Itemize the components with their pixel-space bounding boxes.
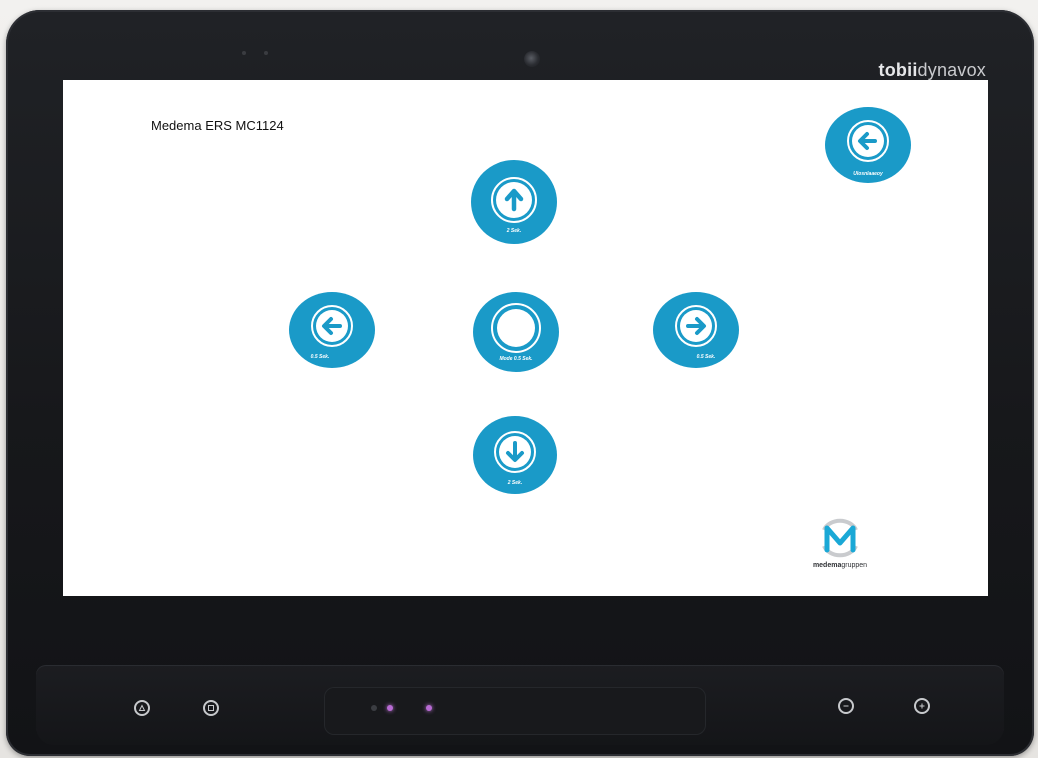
home-icon xyxy=(138,704,146,711)
logo-text-bold: medema xyxy=(812,562,842,569)
medema-logo-text: medemagruppen xyxy=(811,562,869,569)
down-caption: 2 Sek. xyxy=(507,480,523,486)
move-down-button[interactable]: 2 Sek. xyxy=(473,416,557,494)
sensor-dot xyxy=(264,51,268,55)
center-caption: Mode 0.5 Sek. xyxy=(499,356,533,362)
square-icon xyxy=(208,705,214,711)
move-left-button[interactable]: 0.5 Sek. xyxy=(289,292,375,368)
move-up-button[interactable]: 2 Sek. xyxy=(471,160,557,244)
brand-bold: tobii xyxy=(878,60,918,80)
page-title: Medema ERS MC1124 xyxy=(151,118,284,133)
stop-button[interactable]: Mode 0.5 Sek. xyxy=(473,292,559,372)
minus-icon xyxy=(843,705,849,707)
status-led xyxy=(371,705,377,711)
back-button[interactable]: Ulosnlaaeoy xyxy=(825,107,911,183)
move-right-button[interactable]: 0.5 Sek. xyxy=(653,292,739,368)
volume-down-button[interactable] xyxy=(838,698,854,714)
medema-logo: medemagruppen xyxy=(813,516,867,576)
right-caption: 0.5 Sek. xyxy=(696,354,716,360)
hardware-button-menu[interactable] xyxy=(203,700,219,716)
logo-text-light: gruppen xyxy=(841,562,868,569)
medema-logo-icon xyxy=(822,518,858,558)
status-led xyxy=(426,705,432,711)
status-led xyxy=(387,705,393,711)
brand-logo: tobiidynavox xyxy=(879,60,986,81)
up-caption: 2 Sek. xyxy=(506,228,522,234)
volume-up-button[interactable] xyxy=(914,698,930,714)
hardware-button-home[interactable] xyxy=(134,700,150,716)
plus-icon xyxy=(919,703,925,709)
brand-light: dynavox xyxy=(917,60,986,80)
bezel-center-panel xyxy=(324,687,706,735)
sensor-dot xyxy=(242,51,246,55)
left-caption: 0.5 Sek. xyxy=(310,354,330,360)
camera-icon xyxy=(524,51,540,67)
back-caption: Ulosnlaaeoy xyxy=(853,171,883,177)
app-screen: Medema ERS MC1124 Ulosnlaaeoy 2 Sek. 0.5… xyxy=(63,80,988,596)
